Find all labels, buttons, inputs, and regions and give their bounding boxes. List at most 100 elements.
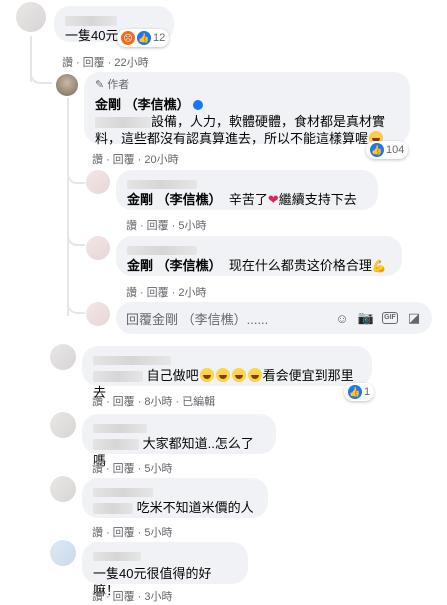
comment-bubble: 一隻40元很值得的好嘛！ bbox=[82, 542, 248, 598]
camera-icon[interactable]: 📷 bbox=[358, 310, 374, 326]
blurred-name bbox=[127, 180, 197, 190]
blurred-name bbox=[93, 552, 141, 562]
blurred-name bbox=[65, 15, 117, 26]
like-reaction-icon: 👍 bbox=[137, 31, 151, 45]
timestamp[interactable]: 20小時 bbox=[144, 151, 178, 167]
reply-link[interactable]: 回覆 bbox=[113, 588, 135, 604]
like-link[interactable]: 讚 bbox=[126, 284, 137, 300]
laughing-emoji-icon bbox=[247, 368, 262, 382]
avatar[interactable] bbox=[50, 344, 76, 370]
timestamp[interactable]: 5小時 bbox=[178, 217, 206, 233]
timestamp[interactable]: 8小時 bbox=[144, 393, 172, 409]
mention-link[interactable]: 金剛 （李信樵） bbox=[127, 258, 222, 273]
blurred-name bbox=[127, 246, 197, 256]
blurred-mention bbox=[93, 371, 143, 383]
reaction-count: 1 bbox=[364, 386, 371, 398]
comment-text: 自己做吧 bbox=[146, 368, 199, 383]
timestamp[interactable]: 3小時 bbox=[144, 588, 172, 604]
reaction-count: 104 bbox=[386, 144, 405, 156]
thread-line bbox=[67, 98, 69, 316]
comment-text: 辛苦了 bbox=[228, 192, 268, 207]
comment-bubble: 大家都知道..怎么了嗎 bbox=[82, 414, 276, 468]
blurred-name bbox=[93, 356, 171, 366]
comment-text: 料，這些都沒有認真算進去，所以不能這樣算喔 bbox=[95, 131, 369, 146]
thread-connector bbox=[67, 170, 85, 184]
comment-actions: 讚 · 回覆 · 20小時 bbox=[92, 151, 179, 167]
laughing-emoji-icon bbox=[231, 368, 246, 382]
blurred-name bbox=[93, 488, 153, 498]
like-reaction-icon: 👍 bbox=[370, 143, 384, 157]
current-user-avatar[interactable] bbox=[86, 302, 110, 326]
edited-label: 已編輯 bbox=[182, 396, 216, 408]
thread-connector bbox=[67, 300, 85, 314]
author-comment-bubble: ✎ 作者 金剛 （李信樵） 設備，人力，軟體硬體，食材都是真材實 料，這些都沒有… bbox=[84, 72, 410, 146]
comment-actions: 讚 · 回覆 · 2小時 bbox=[126, 284, 206, 300]
laughing-emoji-icon bbox=[215, 368, 230, 382]
reply-link[interactable]: 回覆 bbox=[147, 284, 169, 300]
comment-bubble: 自己做吧 看会便宜到那里去 bbox=[82, 346, 372, 400]
reply-link[interactable]: 回覆 bbox=[113, 393, 135, 409]
like-link[interactable]: 讚 bbox=[92, 588, 103, 604]
comment-actions: 讚 · 回覆 · 5小時 bbox=[92, 460, 172, 476]
emoji-icon[interactable]: ☺ bbox=[334, 310, 350, 326]
comment-bubble: 吃米不知道米價的人 bbox=[82, 478, 268, 518]
comment-actions: 讚 · 回覆 · 5小時 bbox=[92, 524, 172, 540]
avatar[interactable] bbox=[86, 236, 110, 260]
like-link[interactable]: 讚 bbox=[92, 393, 103, 409]
sticker-icon[interactable]: ◪ bbox=[406, 310, 422, 326]
avatar[interactable] bbox=[16, 2, 46, 32]
comment-actions: 讚 · 回覆 · 22小時 bbox=[62, 54, 149, 70]
timestamp[interactable]: 2小時 bbox=[178, 284, 206, 300]
reaction-summary[interactable]: 👍 1 bbox=[344, 383, 375, 401]
reply-placeholder: 回覆金剛 （李信樵）...... bbox=[126, 311, 269, 327]
blurred-mention bbox=[93, 439, 139, 451]
thread-connector bbox=[67, 232, 85, 246]
comment-text: 现在什么都贵这价格合理 bbox=[228, 258, 372, 273]
reply-link[interactable]: 回覆 bbox=[113, 460, 135, 476]
input-toolbar: ☺ 📷 GIF ◪ bbox=[334, 310, 422, 326]
comment-text: 設備，人力，軟體硬體，食材都是真材實 bbox=[151, 114, 386, 129]
reply-link[interactable]: 回覆 bbox=[147, 217, 169, 233]
reply-link[interactable]: 回覆 bbox=[113, 151, 135, 167]
author-avatar[interactable] bbox=[56, 74, 78, 96]
like-link[interactable]: 讚 bbox=[62, 54, 73, 70]
comment-actions: 讚 · 回覆 · 3小時 bbox=[92, 588, 172, 604]
avatar[interactable] bbox=[86, 170, 110, 194]
reaction-summary[interactable]: 👍 104 bbox=[366, 141, 409, 159]
thread-connector bbox=[30, 70, 52, 84]
comment-actions: 讚 · 回覆 · 8小時 · 已編輯 bbox=[92, 393, 215, 409]
comment-text: 繼續支持下去 bbox=[278, 192, 357, 207]
gif-icon[interactable]: GIF bbox=[382, 310, 398, 326]
mention-link[interactable]: 金剛 （李信樵） bbox=[127, 192, 222, 207]
comment-bubble: 金剛 （李信樵） 现在什么都贵这价格合理💪 bbox=[116, 236, 402, 276]
like-reaction-icon: 👍 bbox=[348, 385, 362, 399]
reply-input[interactable]: 回覆金剛 （李信樵）...... ☺ 📷 GIF ◪ bbox=[116, 302, 432, 334]
reply-link[interactable]: 回覆 bbox=[113, 524, 135, 540]
like-link[interactable]: 讚 bbox=[92, 151, 103, 167]
commenter-name[interactable]: 金剛 （李信樵） bbox=[95, 97, 190, 112]
blurred-mention bbox=[95, 117, 151, 129]
timestamp[interactable]: 22小時 bbox=[114, 54, 148, 70]
heart-emoji-icon: ❤ bbox=[267, 192, 279, 207]
pen-icon: ✎ bbox=[95, 78, 105, 91]
blurred-mention bbox=[93, 503, 133, 515]
like-link[interactable]: 讚 bbox=[126, 217, 137, 233]
like-link[interactable]: 讚 bbox=[92, 524, 103, 540]
angry-reaction-icon: ☹ bbox=[121, 31, 135, 45]
avatar[interactable] bbox=[50, 476, 76, 502]
reaction-summary[interactable]: ☹ 👍 12 bbox=[117, 29, 170, 47]
avatar[interactable] bbox=[50, 540, 76, 566]
blurred-name bbox=[93, 424, 147, 434]
like-link[interactable]: 讚 bbox=[92, 460, 103, 476]
reply-link[interactable]: 回覆 bbox=[83, 54, 105, 70]
flexed-biceps-emoji-icon: 💪 bbox=[371, 259, 387, 273]
laughing-emoji-icon bbox=[199, 368, 214, 382]
avatar[interactable] bbox=[50, 412, 76, 438]
comment-text: 吃米不知道米價的人 bbox=[136, 500, 254, 515]
comment-bubble: 金剛 （李信樵） 辛苦了❤繼續支持下去 bbox=[116, 170, 378, 210]
comment-actions: 讚 · 回覆 · 5小時 bbox=[126, 217, 206, 233]
timestamp[interactable]: 5小時 bbox=[144, 460, 172, 476]
timestamp[interactable]: 5小時 bbox=[144, 524, 172, 540]
reaction-count: 12 bbox=[153, 32, 166, 44]
verified-icon bbox=[192, 100, 203, 110]
